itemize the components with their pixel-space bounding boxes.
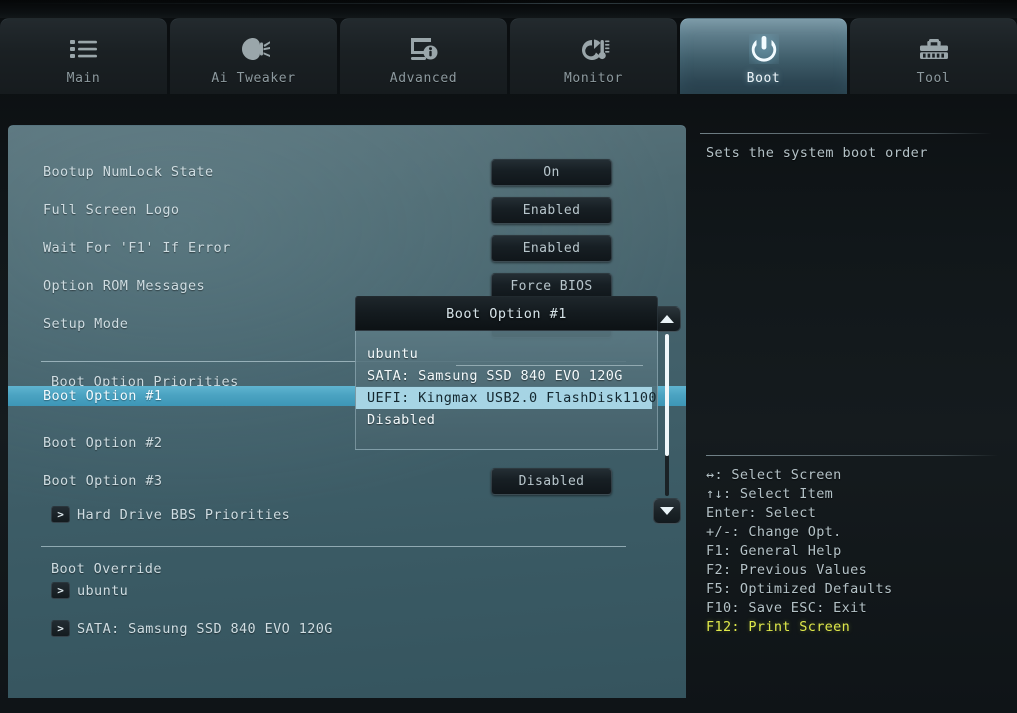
boot-override-label: SATA: Samsung SSD 840 EVO 120G [77, 620, 333, 637]
boot-override-item-ubuntu[interactable]: > ubuntu [51, 582, 128, 599]
help-divider [700, 133, 992, 134]
boot-override-label: ubuntu [77, 582, 129, 599]
tab-ai-tweaker[interactable]: Ai Tweaker [170, 18, 337, 94]
setting-value-button[interactable]: Enabled [491, 196, 612, 224]
boot-override-item-sata-ssd[interactable]: > SATA: Samsung SSD 840 EVO 120G [51, 620, 333, 637]
top-strip [0, 0, 1017, 18]
scroll-down-button[interactable] [653, 498, 681, 524]
setting-label: Setup Mode [43, 316, 129, 332]
dropdown-options-list: ubuntu SATA: Samsung SSD 840 EVO 120G UE… [355, 331, 658, 450]
setting-label: Bootup NumLock State [43, 164, 214, 180]
link-label: Hard Drive BBS Priorities [77, 506, 291, 523]
monitor-info-icon [404, 32, 444, 66]
setting-label: Full Screen Logo [43, 202, 180, 218]
setting-row-full-screen-logo[interactable]: Full Screen Logo Enabled [8, 191, 686, 229]
setting-value-button[interactable]: On [491, 158, 612, 186]
comet-icon [234, 32, 274, 66]
chevron-right-icon: > [51, 582, 70, 599]
setting-value-button[interactable]: Enabled [491, 234, 612, 262]
scrollbar-track[interactable] [665, 334, 669, 496]
tab-label: Main [66, 71, 101, 86]
toolbox-icon [914, 32, 954, 66]
boot-option-dropdown[interactable]: Boot Option #1 ubuntu SATA: Samsung SSD … [355, 296, 658, 450]
divider-boot-override [41, 546, 626, 547]
setting-row-wait-for-f1[interactable]: Wait For 'F1' If Error Enabled [8, 229, 686, 267]
setting-label: Wait For 'F1' If Error [43, 240, 231, 256]
tab-boot[interactable]: Boot [680, 18, 847, 94]
boot-option-label: Boot Option #1 [43, 388, 163, 404]
key-legend: ↔: Select Screen ↑↓: Select Item Enter: … [706, 455, 1006, 637]
dropdown-option-label: ubuntu [367, 346, 419, 362]
gauge-temp-icon [574, 32, 614, 66]
tab-bar: Main Ai Tweaker Advanced Monitor Boot To… [0, 18, 1017, 94]
setting-row-bootup-numlock[interactable]: Bootup NumLock State On [8, 153, 686, 191]
dropdown-option-ubuntu[interactable]: ubuntu [356, 343, 657, 366]
tab-label: Boot [746, 71, 781, 86]
boot-option-label: Boot Option #3 [43, 473, 163, 489]
legend-item: F1: General Help [706, 543, 842, 559]
tab-monitor[interactable]: Monitor [510, 18, 677, 94]
triangle-up-icon [660, 315, 674, 323]
chevron-right-icon: > [51, 506, 70, 523]
boot-option-label: Boot Option #2 [43, 435, 163, 451]
tab-label: Advanced [389, 71, 458, 86]
link-hard-drive-bbs-priorities[interactable]: > Hard Drive BBS Priorities [51, 506, 290, 523]
legend-item-print-screen: F12: Print Screen [706, 619, 851, 635]
legend-item: F2: Previous Values [706, 562, 868, 578]
chevron-right-icon: > [51, 620, 70, 637]
scrollbar-thumb[interactable] [665, 334, 669, 456]
boot-option-value-button[interactable]: Disabled [491, 467, 612, 495]
boot-option-row-3[interactable]: Boot Option #3 Disabled [8, 462, 686, 500]
dropdown-title: Boot Option #1 [355, 296, 658, 331]
list-icon [64, 32, 104, 66]
legend-divider [706, 455, 998, 456]
dropdown-option-uefi-kingmax[interactable]: UEFI: Kingmax USB2.0 FlashDisk1100 [356, 387, 657, 409]
tab-label: Ai Tweaker [211, 71, 296, 86]
power-icon [744, 32, 784, 66]
tab-label: Tool [916, 71, 951, 86]
tab-main[interactable]: Main [0, 18, 167, 94]
dropdown-option-disabled[interactable]: Disabled [356, 409, 657, 431]
dropdown-option-sata-ssd[interactable]: SATA: Samsung SSD 840 EVO 120G [356, 365, 657, 387]
setting-label: Option ROM Messages [43, 278, 206, 294]
section-title-boot-override: Boot Override [51, 561, 162, 577]
tab-advanced[interactable]: Advanced [340, 18, 507, 94]
help-description: Sets the system boot order [706, 145, 928, 161]
legend-item: F5: Optimized Defaults [706, 581, 893, 597]
legend-item: ↑↓: Select Item [706, 486, 834, 502]
legend-item: ↔: Select Screen [706, 467, 842, 483]
bios-screen: Main Ai Tweaker Advanced Monitor Boot To… [0, 0, 1017, 713]
legend-item: Enter: Select [706, 505, 817, 521]
triangle-down-icon [660, 507, 674, 515]
tab-label: Monitor [564, 71, 623, 86]
legend-item: +/-: Change Opt. [706, 524, 842, 540]
legend-item: F10: Save ESC: Exit [706, 600, 868, 616]
tab-tool[interactable]: Tool [850, 18, 1017, 94]
